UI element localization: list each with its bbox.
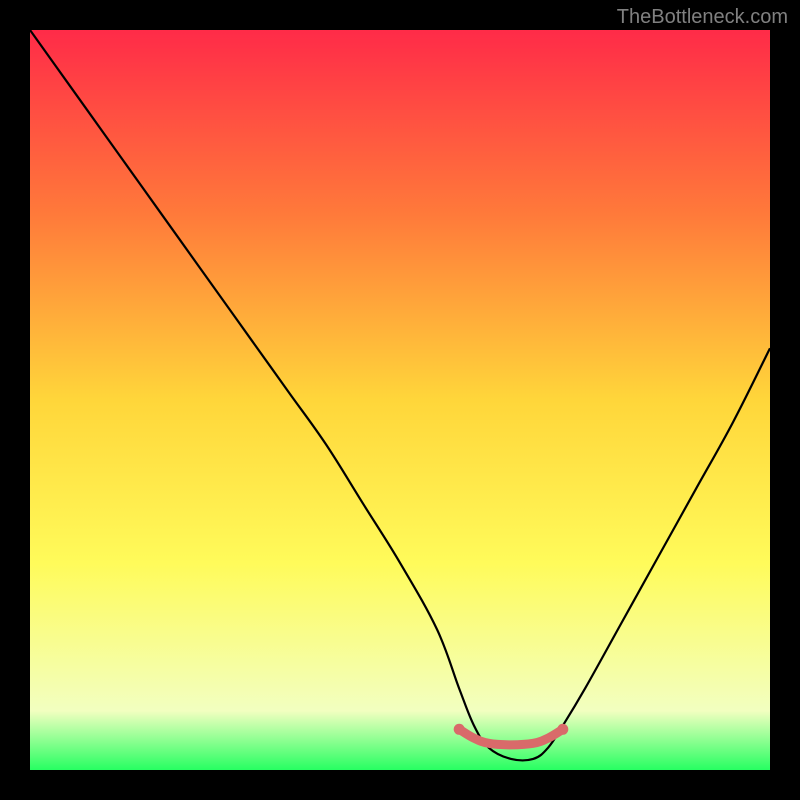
watermark-text: TheBottleneck.com bbox=[617, 6, 788, 29]
chart-container: TheBottleneck.com bbox=[0, 0, 800, 800]
bottleneck-chart bbox=[0, 0, 800, 800]
plot-background bbox=[30, 30, 770, 770]
optimal-range-dot-left bbox=[454, 724, 465, 735]
optimal-range-dot-right bbox=[557, 724, 568, 735]
